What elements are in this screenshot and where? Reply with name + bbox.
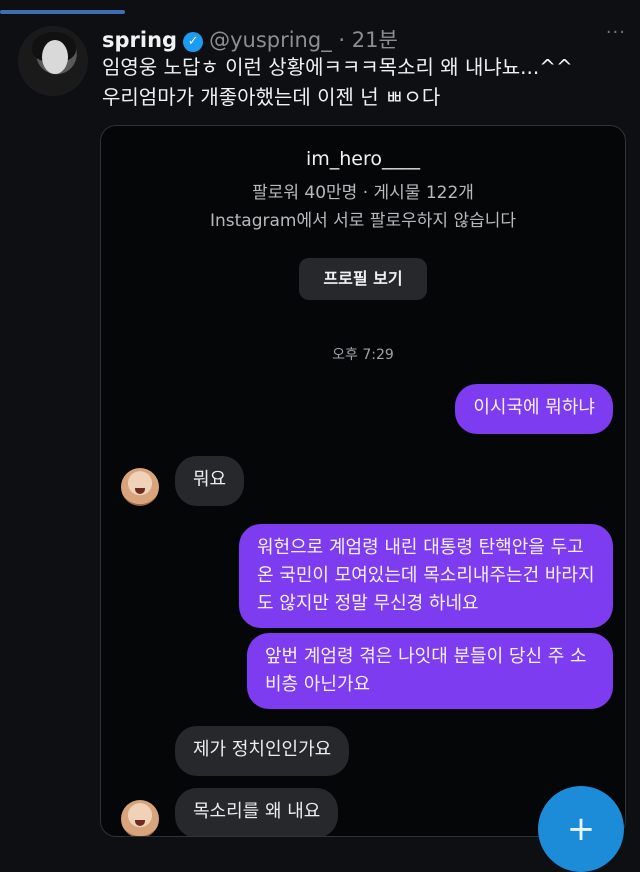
author-name[interactable]: spring [102,28,177,52]
author-handle-time[interactable]: @yuspring_ · 21분 [209,28,398,52]
sender-avatar [121,800,159,836]
message-incoming: 뭐요 [175,456,245,506]
sender-avatar [121,468,159,506]
ig-follow-note: Instagram에서 서로 팔로우하지 않습니다 [209,211,517,231]
author-avatar[interactable] [18,26,88,96]
ig-stats: 팔로워 40만명 · 게시물 122개 [252,183,474,203]
message-outgoing: 앞번 계엄령 겪은 나잇대 분들이 당신 주 소비층 아닌가요 [247,633,613,709]
tweet-header: spring ✓ @yuspring_ · 21분 [102,24,398,54]
message-incoming: 목소리를 왜 내요 [175,788,339,836]
attached-screenshot[interactable]: im_hero____ 팔로워 40만명 · 게시물 122개 Instagra… [100,125,626,837]
verified-badge-icon: ✓ [183,32,204,52]
message-timestamp: 오후 7:29 [332,347,394,363]
more-options-icon[interactable]: ··· [606,22,626,43]
tweet-text: 임영웅 노답ㅎ 이런 상황에ㅋㅋㅋ목소리 왜 내냐뇨...^^ 우리엄마가 개좋… [102,52,622,112]
tweet-line-1: 임영웅 노답ㅎ 이런 상황에ㅋㅋㅋ목소리 왜 내냐뇨...^^ [102,55,573,79]
message-outgoing: 워헌으로 계엄령 내린 대통령 탄핵안을 두고 온 국민이 모여있는데 목소리내… [239,524,613,628]
tweet-line-2: 우리엄마가 개좋아했는데 이젠 넌 ㅃㅇ다 [102,85,441,109]
avatar-face [42,40,68,74]
view-profile-button[interactable]: 프로필 보기 [299,258,427,300]
message-outgoing: 이시국에 뭐하냐 [455,384,613,434]
ig-username: im_hero____ [305,148,421,170]
message-incoming: 제가 정치인인가요 [175,726,350,776]
top-scroll-indicator [0,10,125,14]
compose-tweet-button[interactable]: + [538,786,624,872]
